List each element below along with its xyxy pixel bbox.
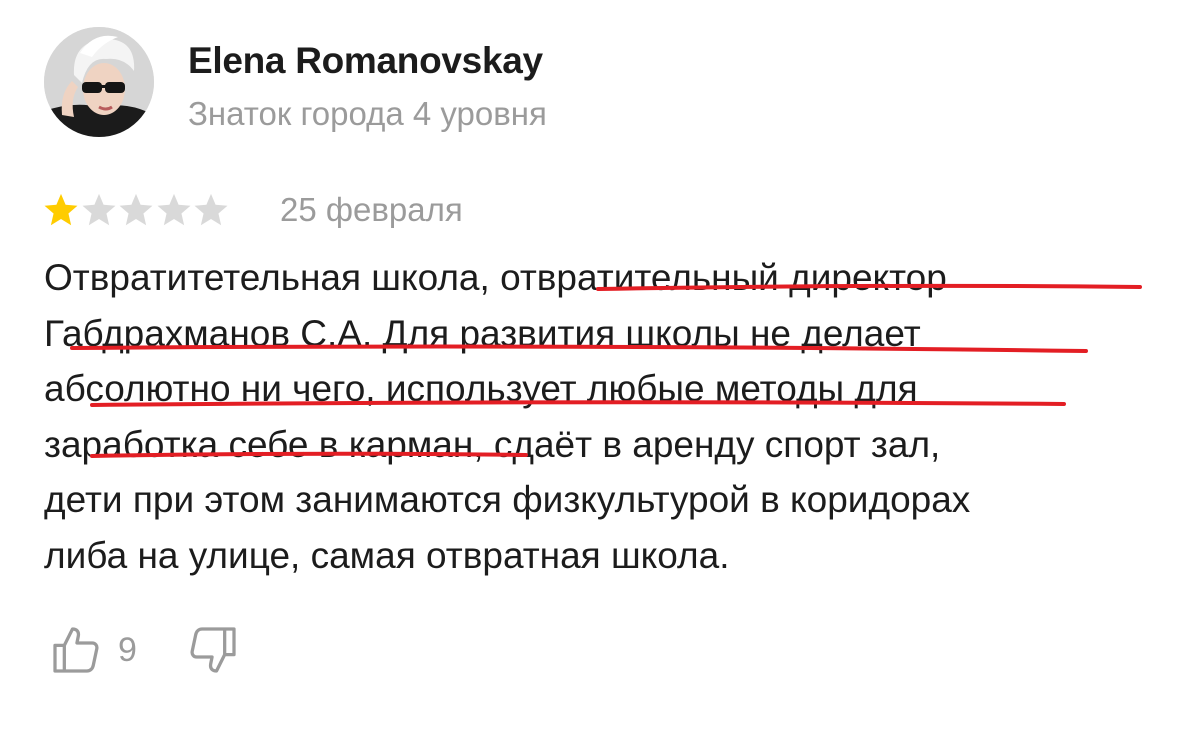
review-line: либа на улице, самая отвратная школа. [44, 534, 730, 576]
like-count: 9 [118, 630, 137, 669]
review-date: 25 февраля [280, 191, 463, 228]
review-line: дети при этом занимаются физкультурой в … [44, 479, 971, 520]
star-icon [119, 193, 153, 226]
review-line: заработка себе в карман, сдаёт в аренду … [44, 423, 941, 465]
author-name[interactable]: Elena Romanovskay [188, 40, 543, 82]
star-icon [44, 193, 78, 226]
thumbs-down-icon [190, 627, 236, 673]
review-line: Отвратитетельная школа, отвратительный д… [44, 257, 947, 298]
review-text: Отвратитетельная школа, отвратительный д… [44, 250, 1164, 583]
star-icon [82, 193, 115, 226]
like-button[interactable]: 9 [48, 622, 137, 678]
star-icon [157, 193, 190, 226]
author-avatar[interactable] [44, 27, 154, 137]
star-icon [194, 193, 228, 226]
author-level: Знаток города 4 уровня [188, 95, 547, 132]
review-actions: 9 [48, 620, 241, 680]
review-line: абсолютно ни чего, использует любые мето… [44, 368, 918, 409]
star-rating [42, 190, 230, 230]
review-line: Габдрахманов С.А. Для развития школы не … [44, 312, 921, 354]
dislike-button[interactable] [185, 622, 241, 678]
avatar-photo [44, 27, 154, 137]
thumbs-up-icon [53, 627, 99, 673]
